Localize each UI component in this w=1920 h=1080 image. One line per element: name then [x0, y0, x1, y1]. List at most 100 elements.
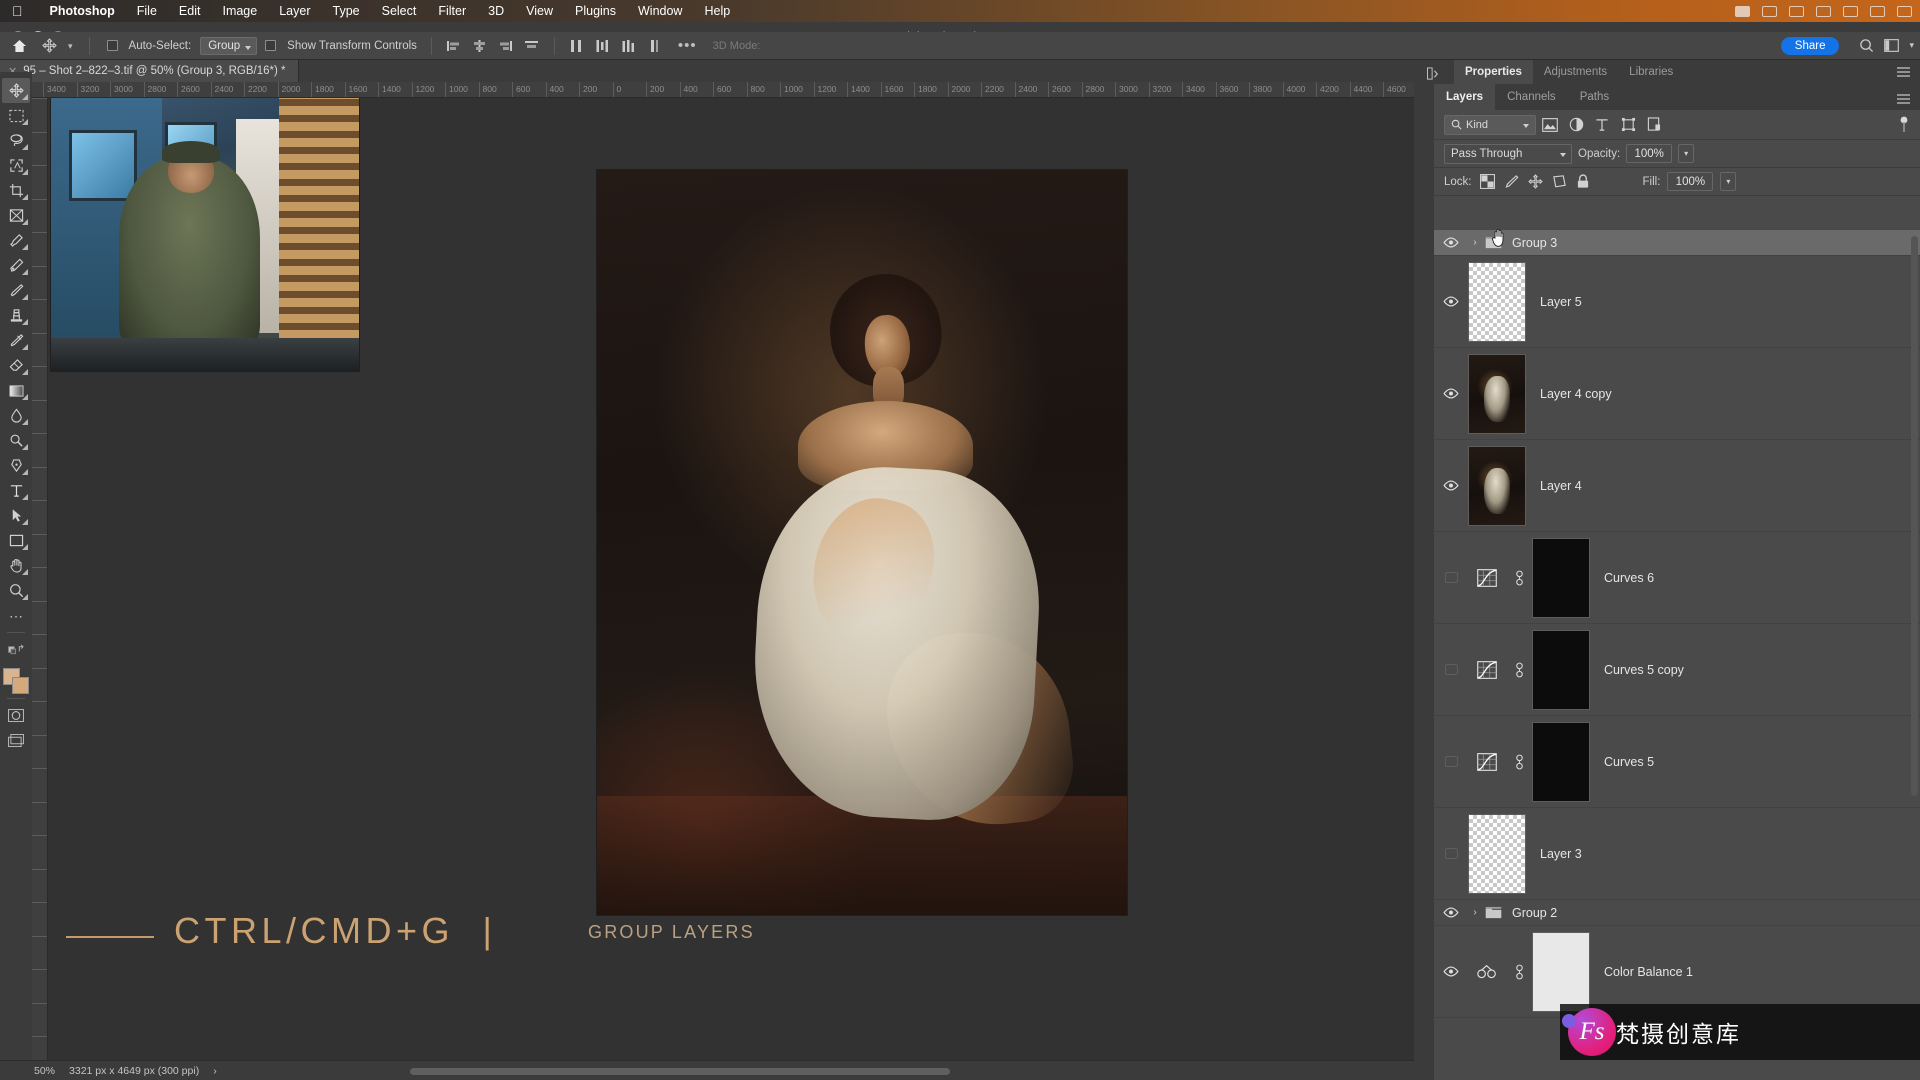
distribute-bottom-icon[interactable]: [618, 36, 640, 56]
edit-toolbar-tool[interactable]: ⋯: [2, 603, 30, 628]
layer-thumbnail[interactable]: [1532, 537, 1590, 618]
layer-thumbnail[interactable]: [1468, 813, 1526, 894]
curves-icon[interactable]: [1468, 568, 1506, 587]
auto-select-checkbox[interactable]: [106, 40, 118, 51]
tab-adjustments[interactable]: Adjustments: [1533, 60, 1618, 84]
history-brush-tool[interactable]: [2, 328, 30, 353]
frame-tool[interactable]: [2, 203, 30, 228]
lock-transparent-pixels-icon[interactable]: [1479, 173, 1496, 190]
move-tool[interactable]: [2, 78, 30, 103]
layer-thumbnail[interactable]: [1532, 721, 1590, 802]
rectangle-tool[interactable]: [2, 528, 30, 553]
panel-menu-icon[interactable]: [1897, 94, 1920, 110]
menu-item-help[interactable]: Help: [693, 4, 741, 18]
filter-smart-object-icon[interactable]: [1642, 115, 1666, 135]
menu-item-type[interactable]: Type: [322, 4, 371, 18]
menu-item-image[interactable]: Image: [211, 4, 268, 18]
layers-scrollbar[interactable]: [1911, 236, 1918, 796]
vertical-ruler[interactable]: [32, 98, 48, 1070]
lock-all-icon[interactable]: [1575, 173, 1592, 190]
home-icon[interactable]: [8, 35, 30, 57]
layer-mask-link-icon[interactable]: [1506, 963, 1532, 981]
layer-row[interactable]: › Group 2: [1434, 900, 1920, 926]
group-expand-chevron-icon[interactable]: ›: [1468, 907, 1482, 918]
dodge-tool[interactable]: [2, 428, 30, 453]
layer-mask-link-icon[interactable]: [1506, 661, 1532, 679]
menu-item-edit[interactable]: Edit: [168, 4, 212, 18]
background-color-swatch[interactable]: [12, 677, 29, 694]
display-icon[interactable]: [1762, 5, 1777, 17]
distribute-top-icon[interactable]: [566, 36, 588, 56]
panel-menu-icon[interactable]: [1897, 67, 1910, 77]
wifi-icon[interactable]: [1816, 5, 1831, 17]
auto-select-dropdown[interactable]: Group: [200, 36, 258, 55]
move-tool-icon[interactable]: [36, 35, 62, 57]
layer-visibility-toggle[interactable]: [1434, 848, 1468, 859]
layer-name[interactable]: Group 3: [1504, 236, 1557, 250]
type-tool[interactable]: [2, 478, 30, 503]
layer-name[interactable]: Layer 3: [1526, 847, 1582, 861]
layer-name[interactable]: Group 2: [1504, 906, 1557, 920]
clock-icon[interactable]: [1897, 5, 1912, 17]
pen-tool[interactable]: [2, 453, 30, 478]
layer-thumbnail[interactable]: [1468, 353, 1526, 434]
brush-tool[interactable]: [2, 278, 30, 303]
layer-visibility-toggle[interactable]: [1434, 572, 1468, 583]
layer-thumbnail[interactable]: [1468, 261, 1526, 342]
layer-visibility-toggle[interactable]: [1434, 388, 1468, 399]
layer-visibility-toggle[interactable]: [1434, 756, 1468, 767]
layer-mask-link-icon[interactable]: [1506, 753, 1532, 771]
group-expand-chevron-icon[interactable]: ›: [1468, 237, 1482, 248]
layer-row[interactable]: Layer 4: [1434, 440, 1920, 532]
filter-adjustment-icon[interactable]: [1564, 115, 1588, 135]
tab-libraries[interactable]: Libraries: [1618, 60, 1684, 84]
share-button[interactable]: Share: [1780, 36, 1840, 55]
layer-mask-link-icon[interactable]: [1506, 569, 1532, 587]
opacity-stepper[interactable]: ▾: [1678, 144, 1695, 163]
control-center-icon[interactable]: [1870, 5, 1885, 17]
tool-preset-chevron[interactable]: ▾: [62, 41, 80, 51]
eyedropper-tool[interactable]: [2, 228, 30, 253]
layer-name[interactable]: Layer 5: [1526, 295, 1582, 309]
layer-thumbnail[interactable]: [1468, 445, 1526, 526]
horizontal-scrollbar[interactable]: [410, 1068, 950, 1075]
color-swatches[interactable]: [3, 668, 29, 694]
battery-icon[interactable]: [1735, 5, 1750, 17]
layer-name[interactable]: Curves 6: [1590, 571, 1654, 585]
path-selection-tool[interactable]: [2, 503, 30, 528]
curves-icon[interactable]: [1468, 660, 1506, 679]
quick-mask-icon[interactable]: [2, 703, 30, 728]
opacity-input[interactable]: 100%: [1626, 144, 1673, 163]
menu-item-3d[interactable]: 3D: [477, 4, 515, 18]
layer-visibility-toggle[interactable]: [1434, 237, 1468, 248]
layer-row[interactable]: Curves 5 copy: [1434, 624, 1920, 716]
tab-layers[interactable]: Layers: [1434, 84, 1496, 110]
lock-position-icon[interactable]: [1527, 173, 1544, 190]
layer-name[interactable]: Color Balance 1: [1590, 965, 1693, 979]
search-icon[interactable]: [1843, 5, 1858, 17]
layer-name[interactable]: Layer 4: [1526, 479, 1582, 493]
layer-visibility-toggle[interactable]: [1434, 966, 1468, 977]
zoom-tool[interactable]: [2, 578, 30, 603]
filter-enable-toggle[interactable]: [1898, 116, 1910, 134]
menu-item-plugins[interactable]: Plugins: [564, 4, 627, 18]
menu-item-file[interactable]: File: [126, 4, 168, 18]
distribute-center-icon[interactable]: [592, 36, 614, 56]
distribute-v-icon[interactable]: [644, 36, 666, 56]
spot-healing-brush-tool[interactable]: [2, 253, 30, 278]
curves-icon[interactable]: [1468, 752, 1506, 771]
menu-item-photoshop[interactable]: Photoshop: [39, 4, 126, 18]
layer-row[interactable]: Curves 5: [1434, 716, 1920, 808]
search-icon[interactable]: [1859, 38, 1874, 53]
filter-shape-icon[interactable]: [1616, 115, 1640, 135]
document-tab[interactable]: ✕ 95 – Shot 2–822–3.tif @ 50% (Group 3, …: [0, 60, 299, 82]
fill-stepper[interactable]: ▾: [1720, 172, 1737, 191]
tab-properties[interactable]: Properties: [1454, 60, 1533, 84]
eraser-tool[interactable]: [2, 353, 30, 378]
canvas-area[interactable]: CTRL/CMD+G | GROUP LAYERS: [48, 98, 1414, 1070]
align-left-icon[interactable]: [443, 36, 465, 56]
crop-tool[interactable]: [2, 178, 30, 203]
layer-name[interactable]: Curves 5: [1590, 755, 1654, 769]
panel-collapse-icon[interactable]: [1424, 66, 1444, 82]
menu-item-select[interactable]: Select: [371, 4, 428, 18]
